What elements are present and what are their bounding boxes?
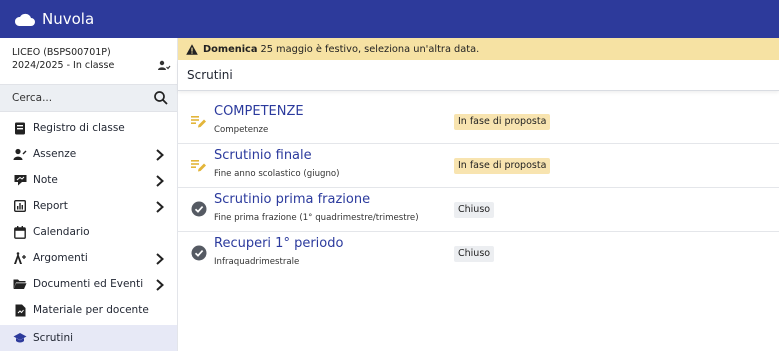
sidebar-item-scrutini[interactable]: Scrutini [0, 325, 177, 351]
scrutinio-row[interactable]: Scrutinio prima frazione Fine prima fraz… [178, 188, 779, 232]
sidebar-item-label: Report [33, 200, 68, 212]
search-input[interactable] [12, 90, 142, 106]
year-class: 2024/2025 - In classe [12, 60, 115, 71]
sidebar-item-assenze[interactable]: Assenze [0, 141, 177, 167]
chevron-right-icon [155, 173, 165, 187]
pencil-list-icon [191, 113, 207, 129]
alert-message: 25 maggio è festivo, seleziona un'altra … [260, 43, 480, 55]
sidebar-item-label: Documenti ed Eventi [33, 278, 144, 290]
sidebar-item-materiale-per-docente[interactable]: Materiale per docente [0, 297, 177, 323]
calendar-icon [13, 225, 27, 239]
report-icon [13, 199, 27, 213]
search-icon[interactable] [153, 90, 169, 106]
scrutinio-row[interactable]: Recuperi 1° periodo Infraquadrimestrale … [178, 232, 779, 276]
check-circle-icon [191, 245, 207, 261]
chevron-right-icon [155, 251, 165, 265]
sidebar-item-label: Argomenti [33, 252, 88, 264]
app-name[interactable]: Nuvola [42, 10, 94, 28]
search-box [0, 84, 177, 112]
scrutinio-subtitle: Fine prima frazione (1° quadrimestre/tri… [214, 213, 419, 223]
warning-icon [186, 43, 198, 55]
holiday-alert: Domenica 25 maggio è festivo, seleziona … [178, 38, 779, 60]
sidebar-item-note[interactable]: Note [0, 167, 177, 193]
sidebar-item-calendario[interactable]: Calendario [0, 219, 177, 245]
topics-icon [13, 251, 27, 265]
sidebar-item-registro-di-classe[interactable]: Registro di classe [0, 115, 177, 141]
sidebar-item-label: Scrutini [33, 332, 74, 344]
scrutinio-title[interactable]: Recuperi 1° periodo [214, 236, 343, 251]
scrutinio-row[interactable]: Scrutinio finale Fine anno scolastico (g… [178, 144, 779, 188]
top-bar: Nuvola [0, 0, 779, 38]
chevron-right-icon [155, 147, 165, 161]
sidebar-item-report[interactable]: Report [0, 193, 177, 219]
sidebar-item-label: Assenze [33, 148, 77, 160]
check-circle-icon [191, 201, 207, 217]
alert-day: Domenica [203, 43, 258, 55]
status-badge: Chiuso [454, 246, 495, 262]
notes-icon [13, 173, 27, 187]
scrutinio-subtitle: Competenze [214, 125, 269, 135]
absences-icon [13, 147, 27, 161]
scrutinio-row[interactable]: COMPETENZE Competenze In fase di propost… [178, 100, 779, 144]
sidebar-item-label: Calendario [33, 226, 90, 238]
sidebar-item-label: Registro di classe [33, 122, 125, 134]
scrutinio-subtitle: Infraquadrimestrale [214, 257, 300, 267]
material-icon [13, 303, 27, 317]
status-badge: Chiuso [454, 202, 495, 218]
scrutinio-title[interactable]: Scrutinio finale [214, 148, 312, 163]
school-name: LICEO (BSPS00701P) [12, 47, 111, 58]
page-title: Scrutini [178, 60, 779, 91]
graduation-cap-icon [13, 331, 27, 345]
pencil-list-icon [191, 157, 207, 173]
switch-class-icon[interactable] [157, 58, 171, 72]
status-badge: In fase di proposta [454, 114, 551, 130]
sidebar-item-argomenti[interactable]: Argomenti [0, 245, 177, 271]
register-icon [13, 121, 27, 135]
sidebar-item-documenti-ed-eventi[interactable]: Documenti ed Eventi [0, 271, 177, 297]
status-badge: In fase di proposta [454, 158, 551, 174]
scrutinio-subtitle: Fine anno scolastico (giugno) [214, 169, 340, 179]
folder-icon [13, 277, 27, 291]
scrutinio-title[interactable]: COMPETENZE [214, 104, 304, 119]
chevron-right-icon [155, 277, 165, 291]
sidebar-item-label: Note [33, 174, 58, 186]
chevron-right-icon [155, 199, 165, 213]
scrutinio-title[interactable]: Scrutinio prima frazione [214, 192, 370, 207]
sidebar: LICEO (BSPS00701P) 2024/2025 - In classe… [0, 38, 178, 351]
sidebar-item-label: Materiale per docente [33, 304, 149, 316]
cloud-icon [14, 12, 36, 26]
